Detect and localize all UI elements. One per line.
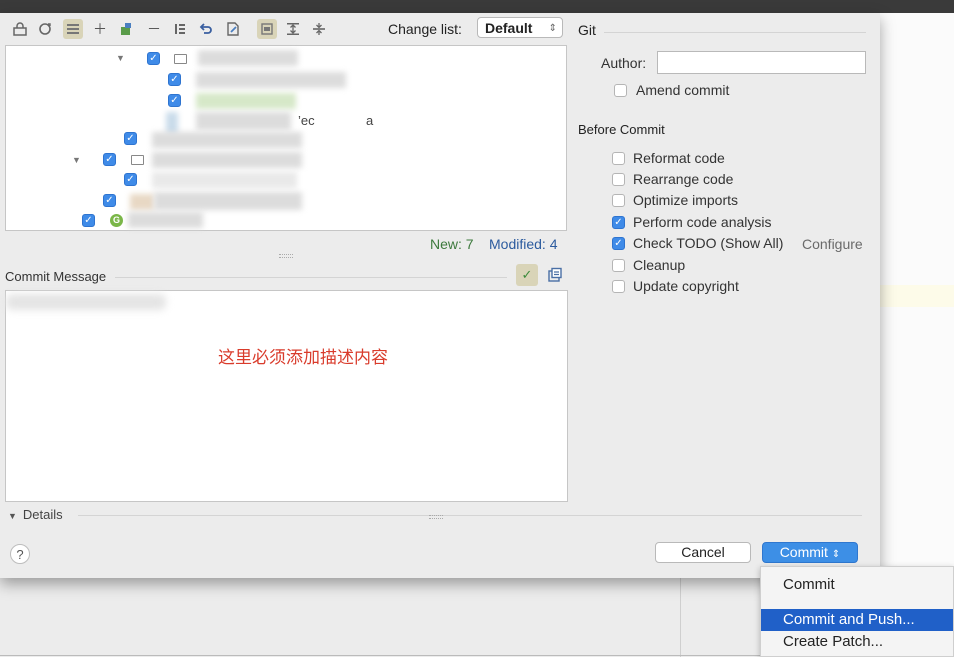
changelist-label: Change list:	[388, 21, 462, 37]
cleanup-label: Cleanup	[633, 257, 686, 273]
add-icon[interactable]: ＋	[90, 19, 110, 39]
collapse-all-icon[interactable]	[309, 19, 329, 39]
expand-triangle-icon[interactable]: ▼	[72, 155, 81, 165]
refresh-icon[interactable]	[35, 19, 55, 39]
commit-message-label: Commit Message	[5, 269, 107, 284]
undo-icon[interactable]	[196, 19, 216, 39]
divider	[115, 277, 507, 278]
tree-checkbox[interactable]: ✓	[168, 94, 181, 107]
menu-item-commit-and-push[interactable]: Commit and Push...	[761, 609, 953, 631]
background-panel	[880, 13, 954, 657]
changed-files-tree[interactable]: ▼ ✓ ✓ ✓ ’ec a ✓ ▼ ✓ ✓ ✓ ✓ G	[5, 45, 567, 231]
changelist-select[interactable]: Default ⇕	[477, 17, 563, 38]
background-highlight	[880, 285, 954, 307]
rearrange-code-checkbox[interactable]	[612, 173, 625, 186]
before-commit-title: Before Commit	[578, 122, 665, 137]
tree-item-text: a	[366, 113, 374, 128]
blurred-item	[198, 50, 298, 66]
commit-icon[interactable]	[10, 19, 30, 39]
rearrange-code-label: Rearrange code	[633, 171, 734, 187]
remove-icon[interactable]: －	[144, 19, 164, 39]
tree-checkbox[interactable]: ✓	[82, 214, 95, 227]
folder-icon	[174, 54, 187, 64]
expand-all-icon[interactable]	[283, 19, 303, 39]
commit-button[interactable]: Commit ⇕	[762, 542, 858, 563]
new-count: New: 7	[430, 236, 474, 252]
spellcheck-icon[interactable]: ✓	[516, 264, 538, 286]
group-icon[interactable]	[63, 19, 83, 39]
tree-checkbox[interactable]: ✓	[124, 173, 137, 186]
update-copyright-checkbox[interactable]	[612, 280, 625, 293]
commit-message-input[interactable]: 这里必须添加描述内容	[5, 290, 568, 502]
edit-icon[interactable]	[223, 19, 243, 39]
configure-link[interactable]: Configure	[802, 236, 863, 252]
perform-code-analysis-label: Perform code analysis	[633, 214, 772, 230]
reformat-code-label: Reformat code	[633, 150, 725, 166]
splitter-grip[interactable]	[279, 254, 293, 258]
chevron-updown-icon: ⇕	[831, 549, 841, 560]
annotation-note: 这里必须添加描述内容	[218, 348, 388, 368]
details-toggle[interactable]: ▼ Details	[8, 507, 63, 522]
blurred-item	[130, 194, 154, 210]
optimize-imports-label: Optimize imports	[633, 192, 739, 208]
commit-dropdown-menu: Commit Commit and Push... Create Patch..…	[760, 566, 954, 657]
tree-checkbox[interactable]: ✓	[124, 132, 137, 145]
blurred-item	[128, 212, 203, 228]
git-badge-icon: G	[110, 214, 123, 227]
amend-commit-checkbox[interactable]	[614, 84, 627, 97]
check-todo-label: Check TODO (Show All)	[633, 235, 784, 251]
blurred-item	[154, 192, 302, 210]
blurred-item	[196, 112, 291, 130]
check-todo-checkbox[interactable]: ✓	[612, 237, 625, 250]
help-button[interactable]: ?	[10, 544, 30, 564]
commit-changes-dialog: ＋ － Change list: Default ⇕ ▼ ✓ ✓ ✓ ’ec a…	[0, 13, 880, 578]
cleanup-checkbox[interactable]	[612, 259, 625, 272]
changelist-value: Default	[485, 20, 533, 36]
perform-code-analysis-checkbox[interactable]: ✓	[612, 216, 625, 229]
blurred-item	[152, 132, 302, 148]
blurred-item	[196, 72, 346, 88]
diff-icon[interactable]	[170, 19, 190, 39]
cancel-button[interactable]: Cancel	[655, 542, 751, 563]
blurred-item	[152, 152, 302, 168]
git-section-title: Git	[578, 22, 596, 38]
reformat-code-checkbox[interactable]	[612, 152, 625, 165]
preview-icon[interactable]	[257, 19, 277, 39]
tree-checkbox[interactable]: ✓	[103, 194, 116, 207]
background-divider	[680, 578, 681, 657]
divider	[78, 515, 862, 516]
message-history-icon[interactable]	[545, 265, 565, 285]
author-field[interactable]	[657, 51, 866, 74]
blurred-item	[196, 93, 296, 109]
divider	[604, 32, 866, 33]
amend-commit-label: Amend commit	[636, 82, 730, 98]
expand-triangle-icon: ▼	[8, 511, 17, 521]
blurred-message	[6, 294, 166, 310]
commit-button-label: Commit	[779, 544, 828, 560]
optimize-imports-checkbox[interactable]	[612, 194, 625, 207]
window-top-bar	[0, 0, 954, 13]
tree-checkbox[interactable]: ✓	[147, 52, 160, 65]
modified-count: Modified: 4	[489, 236, 558, 252]
tree-checkbox[interactable]: ✓	[168, 73, 181, 86]
menu-item-commit[interactable]: Commit	[761, 574, 953, 596]
chevron-updown-icon: ⇕	[548, 23, 557, 34]
move-icon[interactable]	[116, 19, 136, 39]
details-label: Details	[22, 507, 63, 522]
blurred-item	[166, 112, 178, 134]
update-copyright-label: Update copyright	[633, 278, 739, 294]
blurred-item	[152, 172, 297, 188]
tree-checkbox[interactable]: ✓	[103, 153, 116, 166]
expand-triangle-icon[interactable]: ▼	[116, 53, 125, 63]
menu-item-create-patch[interactable]: Create Patch...	[761, 631, 953, 653]
folder-icon	[131, 155, 144, 165]
author-label: Author:	[601, 55, 647, 71]
splitter-grip[interactable]	[429, 515, 443, 519]
tree-item-text: ’ec	[298, 113, 315, 128]
